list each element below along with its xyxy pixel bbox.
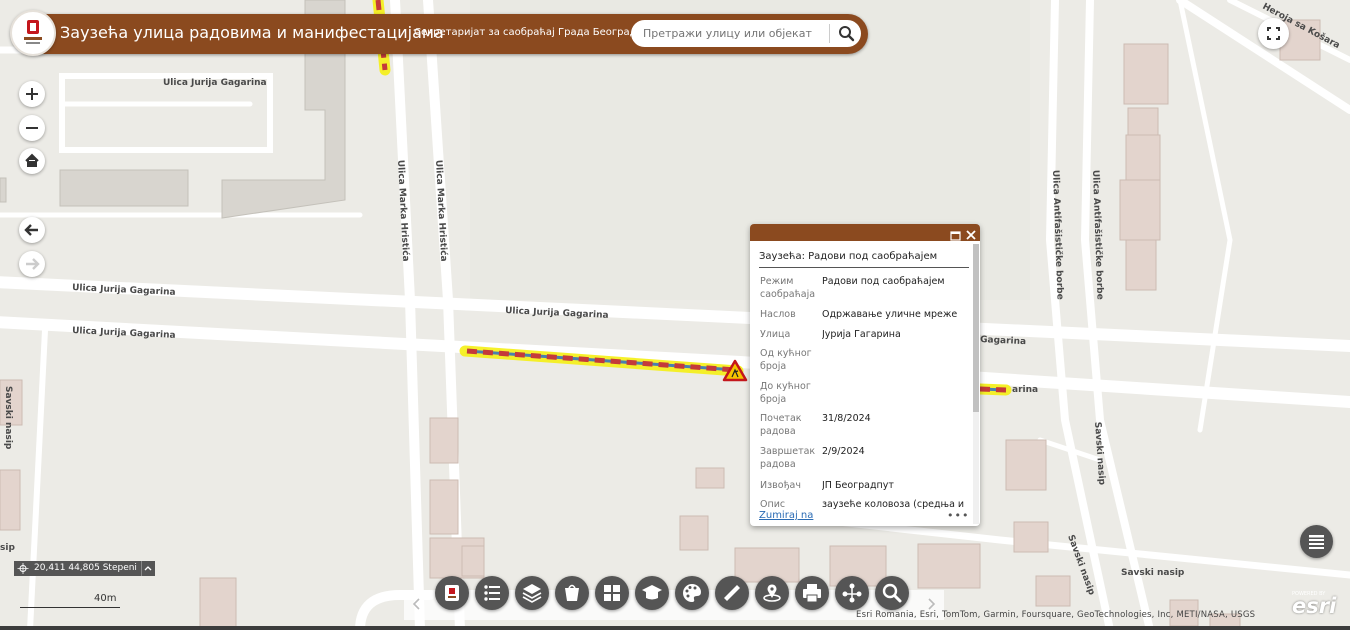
popup-maximize-button[interactable] (950, 227, 961, 241)
logo-icon (445, 585, 459, 601)
city-logo[interactable] (10, 10, 56, 56)
legend-icon (484, 585, 500, 601)
graduation-cap-icon (642, 585, 662, 600)
scale-label: 40m (94, 593, 117, 604)
attr-key: Завршетак радова (760, 446, 816, 470)
popup-header (750, 224, 980, 241)
arrow-left-icon (24, 224, 38, 236)
measure-button[interactable] (715, 576, 749, 610)
chevron-up-icon (144, 566, 152, 571)
esri-logo[interactable]: POWERED BY esri (1292, 591, 1344, 621)
coordinate-units-dropdown[interactable] (140, 561, 153, 576)
zoom-in-button[interactable] (19, 81, 45, 107)
search-icon (839, 26, 855, 42)
attr-value: 31/8/2024 (822, 413, 871, 424)
plus-icon (26, 88, 38, 100)
grid-icon (604, 585, 620, 601)
home-button[interactable] (19, 148, 45, 174)
zoom-out-button[interactable] (19, 115, 45, 141)
attr-key: До кућног броја (760, 381, 811, 405)
scale-line (20, 607, 120, 608)
search-icon (882, 583, 902, 603)
search-input[interactable] (639, 23, 827, 44)
street-label-sip: sip (0, 543, 15, 553)
query-button[interactable] (875, 576, 909, 610)
layers-icon (522, 584, 542, 603)
layers-button[interactable] (515, 576, 549, 610)
basemap-button[interactable] (555, 576, 589, 610)
arrow-right-icon (26, 258, 40, 270)
print-icon (803, 584, 821, 603)
toolbar-prev-button[interactable] (410, 596, 424, 612)
popup-divider (759, 267, 969, 268)
close-icon (966, 230, 976, 240)
attr-value: ЈП Београдпут (822, 480, 894, 491)
widgets-button[interactable] (595, 576, 629, 610)
attr-key: Улица (760, 329, 791, 340)
street-label-gagarina-5: arina (1012, 385, 1038, 395)
app-title: Заузећа улица радовима и манифестацијама (60, 23, 444, 42)
scale-bar: 40m (18, 593, 128, 609)
location-icon (763, 584, 781, 602)
esri-wordmark: esri (1292, 594, 1337, 618)
feature-popup: Заузећа: Радови под саобраћајем Режим са… (750, 224, 980, 526)
popup-attributes: Режим саобраћаја Радови под саобраћајем … (750, 272, 972, 509)
popup-title: Заузећа: Радови под саобраћајем (759, 251, 938, 262)
crosshair-icon[interactable] (16, 561, 30, 576)
occupation-segment-right (974, 383, 1012, 396)
style-button[interactable] (675, 576, 709, 610)
attr-key: Режим саобраћаја (760, 276, 816, 300)
map-attribution: Esri Romania, Esri, TomTom, Garmin, Four… (856, 610, 1256, 620)
attr-key: Опис (760, 499, 786, 509)
attr-key: Почетак радова (760, 413, 802, 437)
attr-value: Радови под саобраћајем (822, 276, 945, 287)
fullscreen-button[interactable] (1258, 18, 1289, 49)
popup-close-button[interactable] (965, 226, 977, 240)
attr-value: Одржавање уличне мреже (822, 309, 958, 320)
search-box (631, 20, 861, 47)
more-actions-button[interactable]: ••• (947, 509, 969, 522)
basemap-icon (565, 584, 579, 601)
legend-button[interactable] (475, 576, 509, 610)
coordinate-value: 20,411 44,805 Stepeni (34, 563, 137, 573)
ruler-icon (724, 585, 740, 601)
search-button[interactable] (834, 22, 858, 45)
attr-key: Од кућног броја (760, 348, 812, 372)
home-icon (25, 153, 39, 167)
print-button[interactable] (795, 576, 829, 610)
table-icon (1309, 535, 1324, 549)
next-extent-button[interactable] (19, 251, 45, 277)
zoom-to-link[interactable]: Zumiraj na (759, 510, 813, 521)
previous-extent-button[interactable] (19, 217, 45, 243)
popup-scrollbar[interactable] (973, 244, 979, 524)
fullscreen-icon (1267, 27, 1280, 40)
maximize-icon (950, 231, 961, 241)
attr-value: заузеће коловоза (средња и (822, 499, 965, 509)
app-subtitle: Секретаријат за саобраћај Града Београда (414, 27, 643, 38)
attr-key: Наслов (760, 309, 796, 320)
coordinate-display: 20,411 44,805 Stepeni (14, 561, 155, 576)
street-label-gagarina-top: Ulica Jurija Gagarina (163, 78, 267, 88)
attribute-table-button[interactable] (1300, 525, 1333, 558)
chevron-left-icon (412, 598, 420, 610)
share-icon (842, 583, 862, 603)
street-label-savski-4: Savski nasip (1121, 568, 1185, 578)
street-label-savski-1: Savski nasip (3, 386, 13, 450)
search-divider (829, 24, 830, 43)
popup-scroll-thumb[interactable] (973, 244, 979, 412)
bottom-strip (0, 626, 1350, 630)
about-button[interactable] (435, 576, 469, 610)
app-header: Заузећа улица радовима и манифестацијама… (10, 10, 868, 56)
location-button[interactable] (755, 576, 789, 610)
share-button[interactable] (835, 576, 869, 610)
palette-icon (683, 584, 701, 602)
attr-key: Извођач (760, 480, 801, 491)
map-canvas[interactable]: Ulica Jurija Gagarina Ulica Jurija Gagar… (0, 0, 1350, 630)
attr-value: Јурија Гагарина (822, 329, 901, 340)
attr-value: 2/9/2024 (822, 446, 865, 457)
education-button[interactable] (635, 576, 669, 610)
minus-icon (26, 127, 38, 129)
